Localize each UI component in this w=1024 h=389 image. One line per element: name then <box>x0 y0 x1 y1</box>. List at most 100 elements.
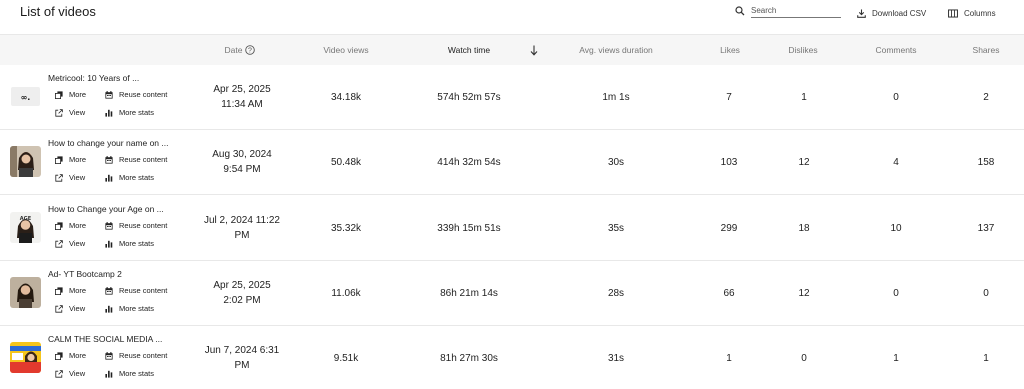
watch-time-cell: 414h 32m 54s <box>437 157 501 168</box>
date-cell: Apr 25, 2025 11:34 AM <box>190 82 294 112</box>
svg-text:AGE: AGE <box>20 216 32 222</box>
more-button[interactable]: More <box>55 90 86 99</box>
external-link-icon <box>55 304 63 313</box>
view-button[interactable]: View <box>55 173 85 182</box>
video-views-cell: 34.18k <box>330 92 362 103</box>
reuse-content-button[interactable]: Reuse content <box>105 155 167 164</box>
table-row: How to change your name on ... More Reuse … <box>0 130 1024 195</box>
more-stats-button[interactable]: More stats <box>105 369 154 378</box>
svg-text:∞.: ∞. <box>21 93 31 102</box>
avg-view-duration-cell: 1m 1s <box>602 92 630 103</box>
external-link-icon <box>55 173 63 182</box>
date-line-2: PM <box>234 230 250 241</box>
reuse-content-button[interactable]: Reuse content <box>105 221 167 230</box>
video-thumbnail[interactable] <box>10 342 41 373</box>
video-views-cell: 50.48k <box>330 157 362 168</box>
more-stats-label: More stats <box>119 239 155 248</box>
date-cell: Apr 25, 2025 2:02 PM <box>190 278 294 308</box>
likes-cell: 103 <box>720 157 738 168</box>
more-stats-button[interactable]: More stats <box>105 173 154 182</box>
video-title[interactable]: Ad- YT Bootcamp 2 <box>48 269 122 279</box>
more-stats-button[interactable]: More stats <box>105 304 154 313</box>
video-thumbnail[interactable] <box>10 277 41 308</box>
more-stats-button[interactable]: More stats <box>105 108 154 117</box>
download-icon <box>857 8 866 18</box>
view-button[interactable]: View <box>55 369 85 378</box>
columns-label: Columns <box>964 8 996 18</box>
col-video-views[interactable]: Video views <box>301 35 391 66</box>
watch-time-cell: 339h 15m 51s <box>437 223 501 234</box>
more-label: More <box>69 351 87 360</box>
video-title[interactable]: Metricool: 10 Years of ... <box>48 73 139 83</box>
video-title[interactable]: CALM THE SOCIAL MEDIA ... <box>48 334 162 344</box>
col-date[interactable]: Date ? <box>200 35 280 66</box>
more-button[interactable]: More <box>55 286 86 295</box>
likes-cell: 299 <box>720 223 738 234</box>
comments-cell: 10 <box>890 223 902 234</box>
more-button[interactable]: More <box>55 155 86 164</box>
table-row: Ad- YT Bootcamp 2 More Reuse content View Mo… <box>0 261 1024 326</box>
copy-icon <box>55 286 63 295</box>
avg-view-duration-cell: 28s <box>607 288 625 299</box>
calendar-icon <box>105 286 113 295</box>
view-button[interactable]: View <box>55 304 85 313</box>
more-stats-button[interactable]: More stats <box>105 239 154 248</box>
more-stats-label: More stats <box>119 369 155 378</box>
view-label: View <box>69 173 86 182</box>
reuse-content-button[interactable]: Reuse content <box>105 351 167 360</box>
view-label: View <box>69 108 86 117</box>
date-cell: Jul 2, 2024 11:22 PM <box>190 213 294 243</box>
date-line-1: Apr 25, 2025 <box>213 280 271 291</box>
more-stats-label: More stats <box>119 304 155 313</box>
col-dislikes[interactable]: Dislikes <box>773 35 833 66</box>
search-box[interactable] <box>735 4 841 19</box>
dislikes-cell: 12 <box>798 288 810 299</box>
bar-chart-icon <box>105 370 113 378</box>
more-button[interactable]: More <box>55 351 86 360</box>
reuse-content-button[interactable]: Reuse content <box>105 286 167 295</box>
view-button[interactable]: View <box>55 108 85 117</box>
search-input[interactable] <box>751 4 841 18</box>
dislikes-cell: 1 <box>801 92 807 103</box>
likes-cell: 7 <box>726 92 732 103</box>
col-shares[interactable]: Shares <box>956 35 1016 66</box>
reuse-content-label: Reuse content <box>119 221 168 230</box>
video-views-cell: 35.32k <box>330 223 362 234</box>
download-csv-button[interactable]: Download CSV <box>857 7 926 19</box>
bar-chart-icon <box>105 305 113 313</box>
more-button[interactable]: More <box>55 221 86 230</box>
shares-cell: 137 <box>977 223 995 234</box>
date-line-2: 11:34 AM <box>221 99 263 110</box>
columns-button[interactable]: Columns <box>948 7 996 19</box>
page-title: List of videos <box>20 4 96 19</box>
more-label: More <box>69 221 87 230</box>
video-views-cell: 9.51k <box>333 353 359 364</box>
bar-chart-icon <box>105 240 113 248</box>
col-likes[interactable]: Likes <box>700 35 760 66</box>
reuse-content-button[interactable]: Reuse content <box>105 90 167 99</box>
comments-cell: 0 <box>893 92 899 103</box>
date-line-2: 2:02 PM <box>223 295 261 306</box>
reuse-content-label: Reuse content <box>119 351 168 360</box>
sort-descending-icon[interactable] <box>530 45 538 56</box>
video-thumbnail[interactable] <box>10 146 41 177</box>
video-title[interactable]: How to Change your Age on ... <box>48 204 164 214</box>
view-label: View <box>69 369 86 378</box>
video-thumbnail[interactable]: ∞. <box>10 81 41 112</box>
col-comments[interactable]: Comments <box>861 35 931 66</box>
info-icon[interactable]: ? <box>245 44 256 55</box>
calendar-icon <box>105 90 113 99</box>
view-button[interactable]: View <box>55 239 85 248</box>
bar-chart-icon <box>105 174 113 182</box>
video-title[interactable]: How to change your name on ... <box>48 138 169 148</box>
more-stats-label: More stats <box>119 108 155 117</box>
col-avg-view-duration[interactable]: Avg. views duration <box>561 35 671 66</box>
video-thumbnail[interactable]: AGE <box>10 212 41 243</box>
dislikes-cell: 0 <box>801 353 807 364</box>
download-csv-label: Download CSV <box>872 8 927 18</box>
table-row: ∞. Metricool: 10 Years of ... More Reuse co… <box>0 65 1024 130</box>
view-label: View <box>69 304 86 313</box>
date-line-2: 9:54 PM <box>223 164 261 175</box>
comments-cell: 1 <box>893 353 899 364</box>
col-watch-time[interactable]: Watch time <box>424 35 514 66</box>
